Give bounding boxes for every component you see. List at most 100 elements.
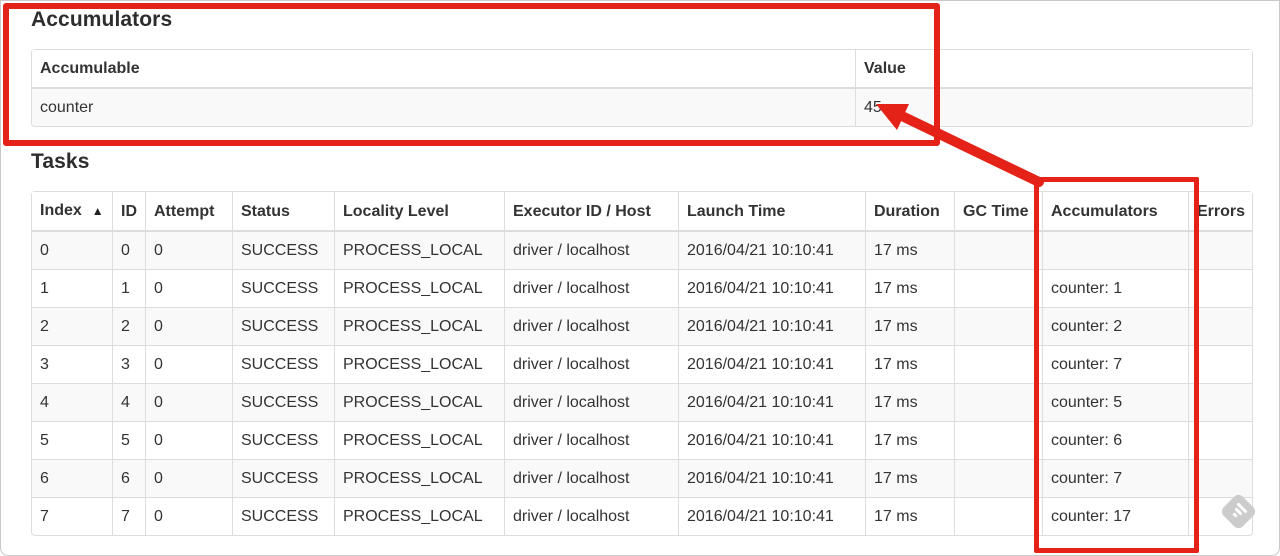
task-errors-cell [1188,232,1252,269]
task-row: 0 0 0 SUCCESS PROCESS_LOCAL driver / loc… [32,232,1252,269]
task-row: 2 2 0 SUCCESS PROCESS_LOCAL driver / loc… [32,307,1252,345]
task-accumulators-cell: counter: 17 [1042,497,1188,535]
task-status-cell: SUCCESS [232,307,334,345]
task-locality-cell: PROCESS_LOCAL [334,459,504,497]
task-errors-cell [1188,307,1252,345]
task-index-cell: 1 [32,269,112,307]
task-id-cell: 2 [112,307,145,345]
column-header-executor-id-host[interactable]: Executor ID / Host [504,192,678,232]
column-header-index[interactable]: Index ▲ [32,192,112,232]
task-duration-cell: 17 ms [865,345,954,383]
task-locality-cell: PROCESS_LOCAL [334,383,504,421]
task-status-cell: SUCCESS [232,459,334,497]
task-accumulators-cell: counter: 1 [1042,269,1188,307]
task-errors-cell [1188,459,1252,497]
task-locality-cell: PROCESS_LOCAL [334,232,504,269]
task-row: 3 3 0 SUCCESS PROCESS_LOCAL driver / loc… [32,345,1252,383]
task-accumulators-cell [1042,232,1188,269]
task-gc-cell [954,459,1042,497]
task-launch-cell: 2016/04/21 10:10:41 [678,421,865,459]
task-duration-cell: 17 ms [865,307,954,345]
accumulators-table: Accumulable Value counter 45 [31,49,1253,127]
column-header-status[interactable]: Status [232,192,334,232]
tasks-section-title: Tasks [31,150,90,173]
column-header-accumulators[interactable]: Accumulators [1042,192,1188,232]
task-index-cell: 2 [32,307,112,345]
task-launch-cell: 2016/04/21 10:10:41 [678,497,865,535]
index-header-label: Index [40,202,82,219]
task-launch-cell: 2016/04/21 10:10:41 [678,269,865,307]
sort-ascending-icon: ▲ [91,204,104,218]
task-status-cell: SUCCESS [232,497,334,535]
task-accumulators-cell: counter: 6 [1042,421,1188,459]
task-locality-cell: PROCESS_LOCAL [334,345,504,383]
task-attempt-cell: 0 [145,459,232,497]
task-executor-cell: driver / localhost [504,383,678,421]
task-row: 7 7 0 SUCCESS PROCESS_LOCAL driver / loc… [32,497,1252,535]
column-header-errors[interactable]: Errors [1188,192,1252,232]
accumulators-section-title: Accumulators [31,8,173,31]
task-locality-cell: PROCESS_LOCAL [334,269,504,307]
accumulators-table-header-row: Accumulable Value [32,50,1252,89]
value-column-header: Value [855,50,1252,89]
task-id-cell: 4 [112,383,145,421]
task-launch-cell: 2016/04/21 10:10:41 [678,307,865,345]
tasks-table: Index ▲ ID Attempt Status Locality Level … [31,191,1253,536]
task-locality-cell: PROCESS_LOCAL [334,307,504,345]
column-header-duration[interactable]: Duration [865,192,954,232]
accumulator-row: counter 45 [32,89,1252,126]
task-accumulators-cell: counter: 2 [1042,307,1188,345]
task-gc-cell [954,345,1042,383]
task-index-cell: 3 [32,345,112,383]
task-attempt-cell: 0 [145,421,232,459]
task-id-cell: 0 [112,232,145,269]
column-header-locality-level[interactable]: Locality Level [334,192,504,232]
task-duration-cell: 17 ms [865,421,954,459]
accumulable-name-cell: counter [32,89,855,126]
task-executor-cell: driver / localhost [504,269,678,307]
task-duration-cell: 17 ms [865,269,954,307]
task-duration-cell: 17 ms [865,232,954,269]
task-gc-cell [954,421,1042,459]
task-attempt-cell: 0 [145,269,232,307]
column-header-gc-time[interactable]: GC Time [954,192,1042,232]
task-status-cell: SUCCESS [232,345,334,383]
task-attempt-cell: 0 [145,232,232,269]
task-attempt-cell: 0 [145,497,232,535]
task-errors-cell [1188,421,1252,459]
task-row: 6 6 0 SUCCESS PROCESS_LOCAL driver / loc… [32,459,1252,497]
task-row: 4 4 0 SUCCESS PROCESS_LOCAL driver / loc… [32,383,1252,421]
tasks-table-header-row: Index ▲ ID Attempt Status Locality Level … [32,192,1252,232]
task-errors-cell [1188,383,1252,421]
task-index-cell: 5 [32,421,112,459]
column-header-launch-time[interactable]: Launch Time [678,192,865,232]
task-executor-cell: driver / localhost [504,497,678,535]
task-row: 5 5 0 SUCCESS PROCESS_LOCAL driver / loc… [32,421,1252,459]
task-locality-cell: PROCESS_LOCAL [334,497,504,535]
task-launch-cell: 2016/04/21 10:10:41 [678,232,865,269]
task-index-cell: 4 [32,383,112,421]
task-status-cell: SUCCESS [232,269,334,307]
task-id-cell: 3 [112,345,145,383]
task-accumulators-cell: counter: 7 [1042,345,1188,383]
task-status-cell: SUCCESS [232,383,334,421]
task-launch-cell: 2016/04/21 10:10:41 [678,345,865,383]
task-accumulators-cell: counter: 7 [1042,459,1188,497]
task-row: 1 1 0 SUCCESS PROCESS_LOCAL driver / loc… [32,269,1252,307]
task-executor-cell: driver / localhost [504,232,678,269]
accumulable-value-cell: 45 [855,89,1252,126]
task-id-cell: 1 [112,269,145,307]
task-index-cell: 0 [32,232,112,269]
column-header-attempt[interactable]: Attempt [145,192,232,232]
task-errors-cell [1188,269,1252,307]
task-executor-cell: driver / localhost [504,459,678,497]
task-index-cell: 7 [32,497,112,535]
task-attempt-cell: 0 [145,307,232,345]
task-errors-cell [1188,345,1252,383]
task-executor-cell: driver / localhost [504,421,678,459]
task-duration-cell: 17 ms [865,459,954,497]
task-duration-cell: 17 ms [865,383,954,421]
column-header-id[interactable]: ID [112,192,145,232]
task-id-cell: 5 [112,421,145,459]
task-id-cell: 6 [112,459,145,497]
